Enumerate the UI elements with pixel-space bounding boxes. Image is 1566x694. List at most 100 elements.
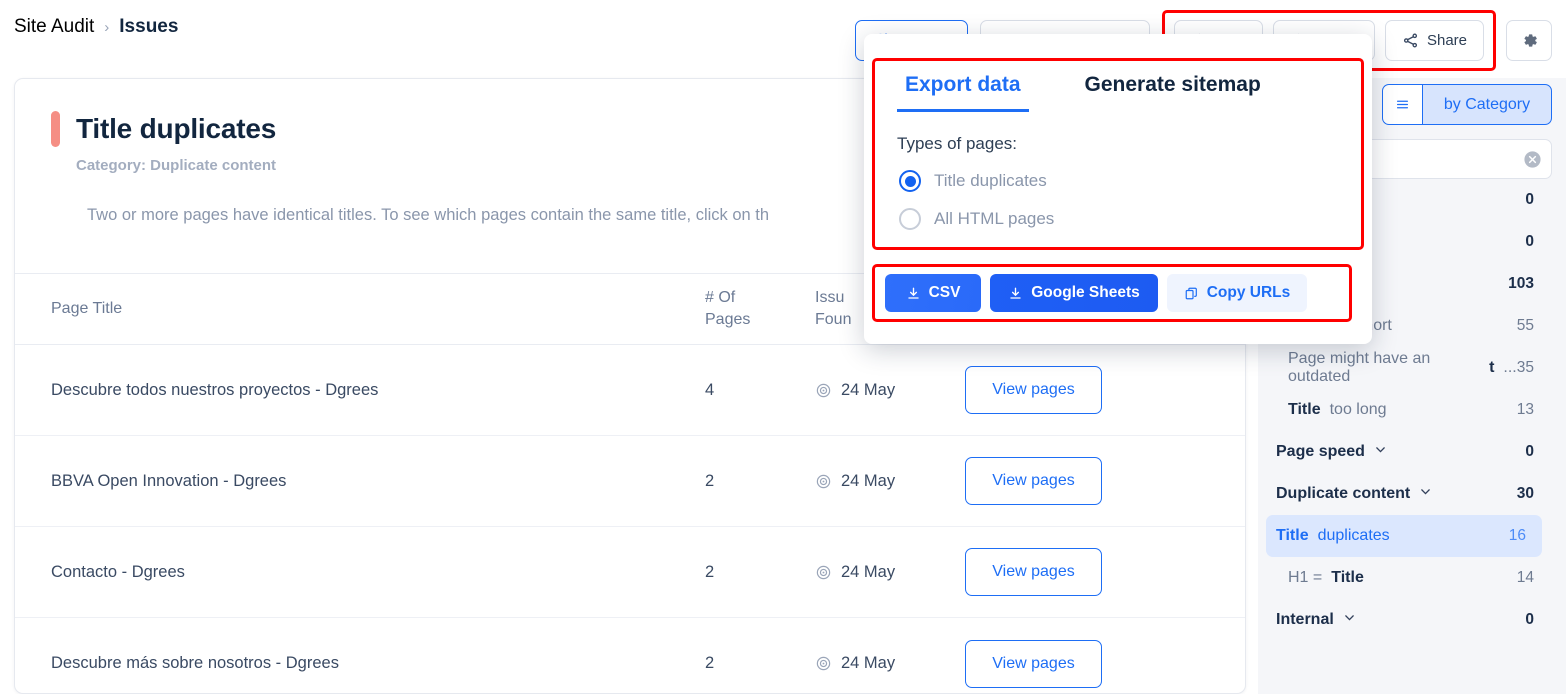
copy-icon bbox=[1184, 286, 1199, 301]
breadcrumb-root[interactable]: Site Audit bbox=[14, 16, 94, 38]
crawl-date-icon bbox=[815, 473, 832, 490]
chevron-down-icon[interactable] bbox=[1343, 611, 1356, 629]
toggle-by-list-button[interactable] bbox=[1382, 84, 1422, 125]
tab-export-data[interactable]: Export data bbox=[897, 73, 1029, 112]
download-icon bbox=[906, 286, 921, 301]
sidebar-item-row[interactable]: H1 = Title 14 bbox=[1258, 557, 1550, 599]
breadcrumb-separator-icon: › bbox=[104, 18, 110, 36]
cell-actions: View pages bbox=[965, 366, 1245, 414]
app-root: Site Audit › Issues Recrawl GA / bbox=[0, 0, 1566, 694]
cell-issues-found: 24 May bbox=[815, 381, 965, 400]
export-panel-highlight: Export data Generate sitemap Types of pa… bbox=[872, 58, 1364, 250]
cell-issues-found: 24 May bbox=[815, 563, 965, 582]
sidebar-item-row[interactable]: Title duplicates 16 bbox=[1266, 515, 1542, 557]
cell-page-title: Contacto - Dgrees bbox=[51, 562, 185, 581]
cell-page-title: Descubre más sobre nosotros - Dgrees bbox=[51, 654, 339, 672]
crawl-date-icon bbox=[815, 382, 832, 399]
gear-icon bbox=[1520, 31, 1539, 50]
radio-all-html-pages-label: All HTML pages bbox=[934, 209, 1055, 228]
sidebar-item-count: 0 bbox=[1525, 233, 1534, 250]
sidebar-item-label: Title too long bbox=[1288, 401, 1387, 418]
toggle-by-category-button[interactable]: by Category bbox=[1422, 84, 1552, 125]
view-pages-button[interactable]: View pages bbox=[965, 548, 1102, 596]
sidebar-item-count: 16 bbox=[1508, 527, 1526, 544]
cell-num-pages: 4 bbox=[705, 380, 715, 399]
export-actions-highlight: CSV Google Sheets Copy URLs bbox=[872, 264, 1352, 322]
tab-generate-sitemap[interactable]: Generate sitemap bbox=[1077, 73, 1269, 112]
cell-actions: View pages bbox=[965, 457, 1245, 505]
breadcrumb-current: Issues bbox=[119, 16, 179, 37]
sidebar-item-row[interactable]: Title too long 13 bbox=[1258, 389, 1550, 431]
cell-actions: View pages bbox=[965, 548, 1245, 596]
sidebar-item-count: 35 bbox=[1516, 359, 1534, 376]
cell-issues-found: 24 May bbox=[815, 472, 965, 491]
cell-num-pages: 2 bbox=[705, 562, 715, 581]
sidebar-item-count: 103 bbox=[1508, 275, 1534, 292]
sidebar-item-label: H1 = Title bbox=[1288, 569, 1364, 586]
cell-date-label: 24 May bbox=[841, 380, 896, 399]
cell-date-label: 24 May bbox=[841, 654, 896, 672]
cell-page-title: Descubre todos nuestros proyectos - Dgre… bbox=[51, 380, 379, 399]
table-body: Descubre todos nuestros proyectos - Dgre… bbox=[15, 345, 1245, 693]
sidebar-group-label: Duplicate content bbox=[1276, 485, 1432, 503]
breadcrumb: Site Audit › Issues bbox=[14, 16, 178, 38]
sidebar-item-count: 0 bbox=[1525, 611, 1534, 628]
cell-page-title: BBVA Open Innovation - Dgrees bbox=[51, 471, 287, 490]
search-field[interactable] bbox=[1344, 139, 1552, 179]
copy-urls-button[interactable]: Copy URLs bbox=[1167, 274, 1307, 312]
sidebar-group-label: Internal bbox=[1276, 611, 1356, 629]
table-row: Descubre todos nuestros proyectos - Dgre… bbox=[15, 345, 1245, 436]
search-input[interactable] bbox=[1345, 140, 1551, 178]
export-tabs: Export data Generate sitemap bbox=[875, 61, 1361, 112]
radio-unselected-icon[interactable] bbox=[899, 208, 921, 230]
chevron-down-icon[interactable] bbox=[1419, 485, 1432, 503]
google-sheets-button[interactable]: Google Sheets bbox=[990, 274, 1158, 312]
sidebar-group-row[interactable]: Internal 0 bbox=[1258, 599, 1550, 641]
sidebar-item-count: 55 bbox=[1516, 317, 1534, 334]
sidebar-item-label: Page might have an outdated t... bbox=[1288, 350, 1517, 385]
view-pages-button[interactable]: View pages bbox=[965, 639, 1102, 688]
list-icon bbox=[1396, 98, 1409, 111]
sidebar-item-count: 0 bbox=[1525, 191, 1534, 208]
cell-num-pages: 2 bbox=[705, 471, 715, 490]
cell-date-label: 24 May bbox=[841, 562, 896, 581]
types-of-pages-label: Types of pages: bbox=[897, 134, 1018, 153]
sidebar-group-label: Page speed bbox=[1276, 443, 1387, 461]
radio-title-duplicates-label: Title duplicates bbox=[934, 171, 1047, 190]
cell-actions: View pages bbox=[965, 639, 1245, 688]
view-pages-button[interactable]: View pages bbox=[965, 366, 1102, 414]
radio-selected-icon[interactable] bbox=[899, 170, 921, 192]
radio-all-html-pages[interactable]: All HTML pages bbox=[899, 208, 1361, 230]
export-dropdown: Export data Generate sitemap Types of pa… bbox=[864, 34, 1372, 344]
sidebar-item-row[interactable]: Page might have an outdated t... 35 bbox=[1258, 347, 1550, 389]
csv-button[interactable]: CSV bbox=[885, 274, 981, 312]
cell-date-label: 24 May bbox=[841, 471, 896, 490]
share-icon bbox=[1402, 32, 1419, 49]
google-sheets-label: Google Sheets bbox=[1031, 284, 1140, 301]
page-title: Title duplicates bbox=[76, 113, 277, 144]
sidebar-group-row[interactable]: Page speed 0 bbox=[1258, 431, 1550, 473]
table-row: Contacto - Dgrees 2 24 May View pages bbox=[15, 527, 1245, 618]
crawl-date-icon bbox=[815, 564, 832, 581]
settings-button[interactable] bbox=[1506, 20, 1552, 61]
chevron-down-icon[interactable] bbox=[1374, 443, 1387, 461]
radio-title-duplicates[interactable]: Title duplicates bbox=[899, 170, 1361, 192]
crawl-date-icon bbox=[815, 655, 832, 672]
view-pages-button[interactable]: View pages bbox=[965, 457, 1102, 505]
sidebar-item-label: Title duplicates bbox=[1276, 527, 1390, 544]
copy-urls-label: Copy URLs bbox=[1206, 284, 1291, 301]
cell-num-pages: 2 bbox=[705, 654, 715, 672]
column-header-page-title[interactable]: Page Title bbox=[15, 300, 705, 318]
sidebar-item-count: 13 bbox=[1516, 401, 1534, 418]
table-row: BBVA Open Innovation - Dgrees 2 24 May View… bbox=[15, 436, 1245, 527]
sidebar-group-row[interactable]: Duplicate content 30 bbox=[1258, 473, 1550, 515]
table-row: Descubre más sobre nosotros - Dgrees 2 24 … bbox=[15, 618, 1245, 693]
clear-icon[interactable] bbox=[1523, 150, 1542, 174]
column-header-num-pages[interactable]: # Of Pages bbox=[705, 287, 815, 330]
sidebar-item-count: 0 bbox=[1525, 443, 1534, 460]
share-button[interactable]: Share bbox=[1384, 20, 1484, 61]
download-icon bbox=[1008, 286, 1023, 301]
share-label: Share bbox=[1426, 32, 1467, 49]
csv-label: CSV bbox=[928, 284, 961, 301]
cell-issues-found: 24 May bbox=[815, 654, 965, 673]
